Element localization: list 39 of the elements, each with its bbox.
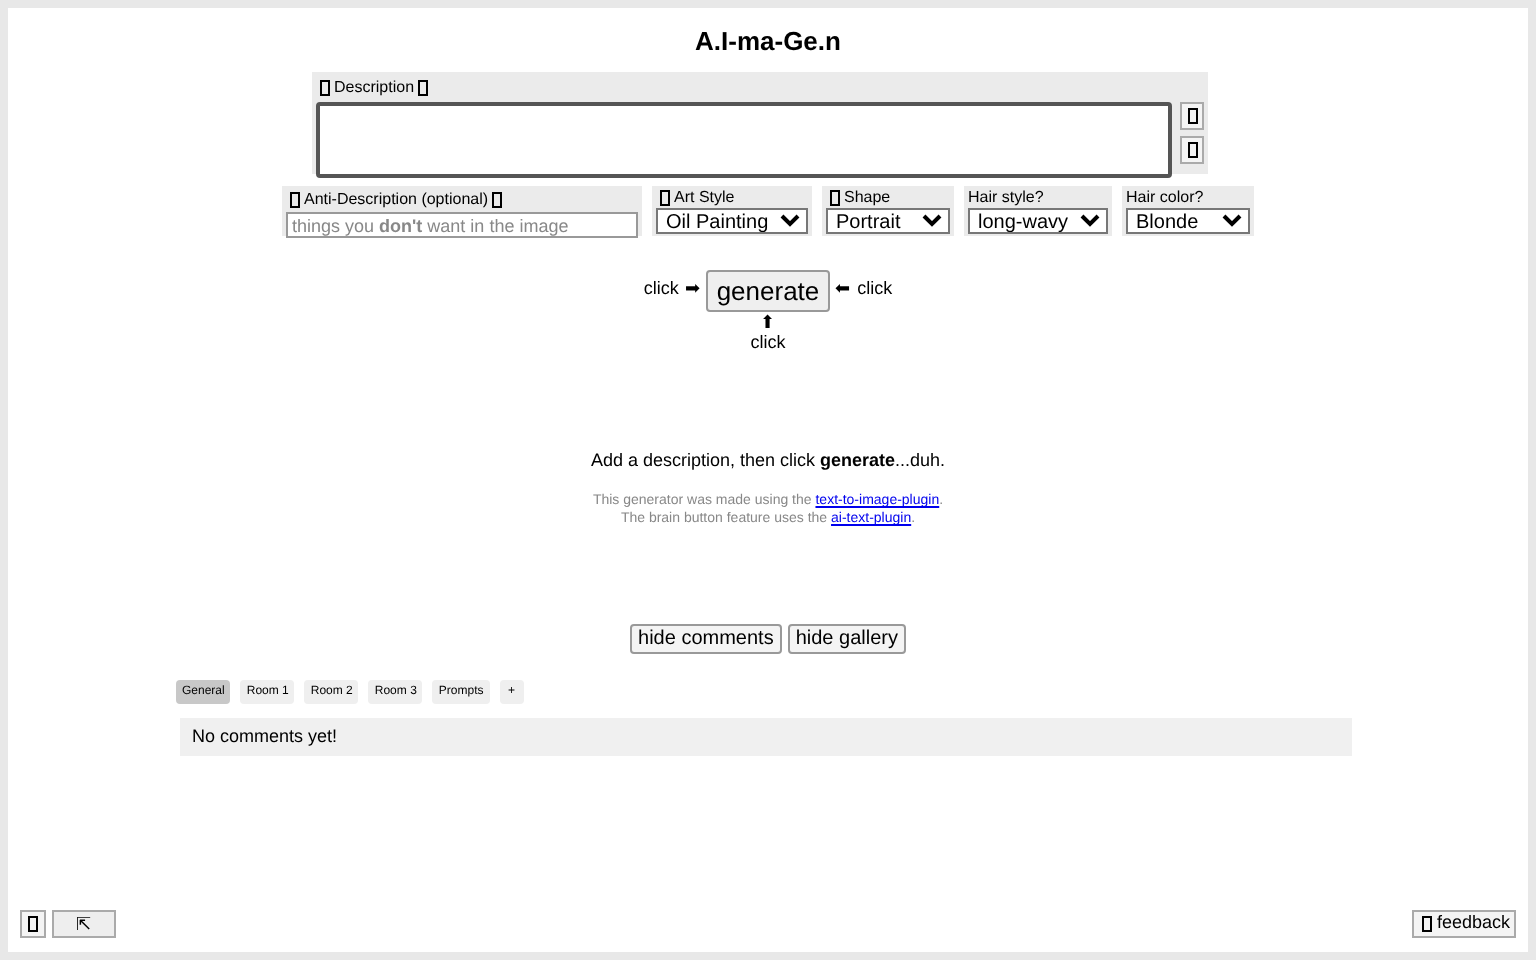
glyph-icon [1422, 916, 1433, 932]
glyph-icon [28, 916, 38, 932]
description-field[interactable] [316, 101, 1172, 177]
option-select[interactable]: long-wavy [968, 207, 1108, 233]
arrow-glyph: ⬆ [760, 311, 776, 331]
glyph-icon [1187, 141, 1197, 157]
option-label: Hair style? [968, 185, 1044, 209]
option-select[interactable]: Portrait [826, 207, 950, 233]
settings-button[interactable] [1180, 135, 1204, 163]
description-label: Description [334, 75, 415, 99]
instruction-text: Add a description, then click generate...duh. [590, 447, 946, 474]
option-select[interactable]: Blonde [1126, 207, 1250, 233]
feedback-button[interactable]: feedback [1412, 910, 1516, 938]
glyph-icon [290, 191, 300, 207]
expand-button[interactable]: ⇱ [52, 910, 116, 938]
brain-button[interactable] [1180, 101, 1204, 129]
anti-description-label: Anti-Description (optional) [304, 187, 489, 211]
arrow-glyph: ➡ [684, 276, 701, 303]
toggle-button[interactable]: hide comments [630, 624, 782, 654]
menu-button[interactable] [20, 910, 46, 938]
anti-description-field[interactable]: things you don't want in the image [286, 211, 638, 237]
arrow-glyph: ⬅ [835, 276, 852, 303]
glyph-icon [830, 189, 840, 205]
comments-empty-text: No comments yet! [192, 723, 338, 750]
app-title: A.I-ma-Ge.n [695, 24, 841, 60]
glyph-icon [492, 191, 503, 207]
glyph-icon [1187, 107, 1197, 123]
click-hint: click [857, 276, 893, 303]
glyph-icon [320, 79, 330, 95]
option-label: Shape [844, 185, 891, 209]
click-hint: click [643, 276, 679, 303]
glyph-icon [660, 189, 670, 205]
click-hint: click [750, 331, 786, 353]
option-select[interactable]: Oil Painting [656, 207, 808, 233]
toggle-button[interactable]: hide gallery [787, 624, 906, 654]
glyph-icon [418, 79, 429, 95]
generate-button[interactable]: generate [706, 269, 830, 311]
option-label: Hair color? [1126, 185, 1204, 209]
option-label: Art Style [674, 185, 735, 209]
